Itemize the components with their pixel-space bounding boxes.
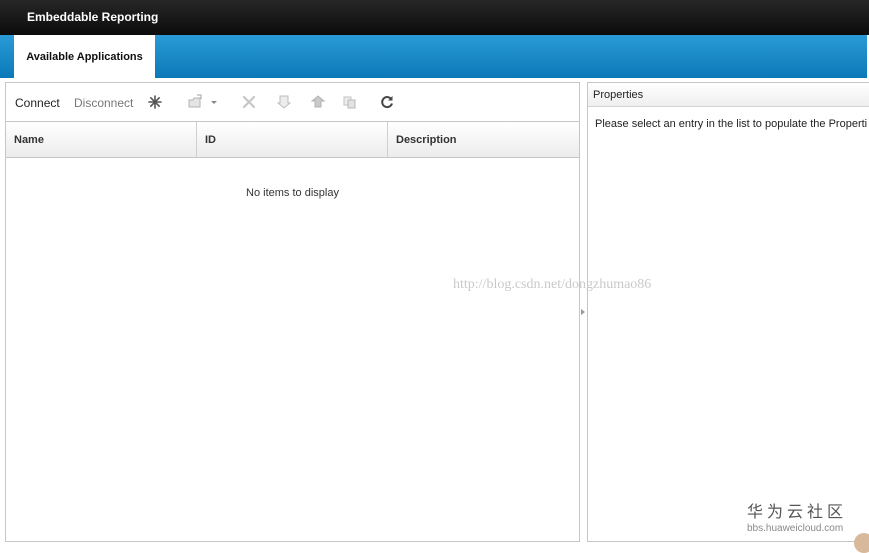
tab-strip: Available Applications (0, 35, 867, 78)
copy-icon[interactable] (340, 92, 360, 112)
app-header: Embeddable Reporting (0, 0, 869, 35)
collapse-arrow-icon[interactable] (581, 309, 585, 315)
grid-header: Name ID Description (6, 121, 579, 158)
disconnect-button[interactable]: Disconnect (74, 96, 133, 110)
refresh-icon[interactable] (377, 92, 397, 112)
connect-button[interactable]: Connect (15, 96, 60, 110)
column-header-name[interactable]: Name (6, 122, 197, 157)
new-icon[interactable] (145, 92, 165, 112)
delete-icon[interactable] (239, 92, 259, 112)
huawei-cloud-logo: 华为云社区 bbs.huaweicloud.com (747, 503, 862, 535)
corner-badge (854, 533, 869, 553)
watermark-text: http://blog.csdn.net/dongzhumao86 (453, 277, 652, 292)
applications-panel: Connect Disconnect Name ID Description N… (5, 82, 580, 542)
column-header-description[interactable]: Description (388, 122, 579, 157)
logo-title: 华为云社区 (747, 504, 848, 521)
properties-title: Properties (588, 83, 869, 107)
tab-available-applications[interactable]: Available Applications (14, 35, 155, 78)
empty-grid-message: No items to display (246, 187, 339, 199)
upload-icon[interactable] (308, 92, 328, 112)
download-icon[interactable] (274, 92, 294, 112)
app-title: Embeddable Reporting (27, 10, 159, 24)
toolbar: Connect Disconnect (6, 83, 579, 121)
import-icon[interactable] (186, 92, 206, 112)
logo-url: bbs.huaweicloud.com (747, 523, 844, 534)
column-header-id[interactable]: ID (197, 122, 388, 157)
properties-panel: Properties Please select an entry in the… (587, 82, 869, 542)
properties-placeholder-message: Please select an entry in the list to po… (595, 118, 868, 130)
dropdown-arrow-icon[interactable] (208, 92, 220, 112)
panel-splitter[interactable] (580, 82, 587, 542)
